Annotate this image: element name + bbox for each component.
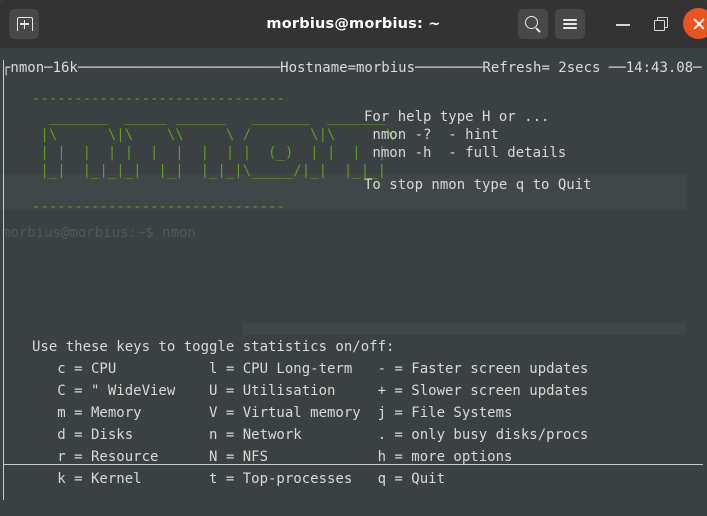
hamburger-icon-bar-1 [563, 19, 577, 21]
nmon-key-line-4: d = Disks n = Network . = only busy disk… [32, 427, 589, 443]
nmon-logo-top-rule: ------------------------------ [32, 91, 285, 107]
nmon-help-line-2: nmon -? - hint [364, 127, 499, 143]
nmon-header-line: ┌nmon─16k────────────────────────Hostnam… [2, 60, 702, 76]
nmon-quit-hint: To stop nmon type q to Quit [364, 177, 592, 193]
nmon-keys-heading: Use these keys to toggle statistics on/o… [32, 339, 395, 355]
nmon-logo-row-4: |_| |_|_|_| |_| |_|_|\_____/|_| |_|_| [32, 163, 395, 179]
nmon-key-line-1: c = CPU l = CPU Long-term - = Faster scr… [32, 361, 589, 377]
window-title: morbius@morbius: ~ [266, 16, 441, 32]
nmon-key-line-2: C = " WideView U = Utilisation + = Slowe… [32, 383, 589, 399]
menu-button[interactable] [555, 9, 585, 39]
terminal-screen[interactable]: ┌nmon─16k────────────────────────Hostnam… [0, 48, 707, 516]
ghost-shell-prompt: morbius@morbius:~$ nmon [2, 225, 196, 241]
terminal-window: morbius@morbius: ~ ┌nmon─16k────────────… [0, 0, 707, 516]
nmon-key-line-5: r = Resource N = NFS h = more options [32, 449, 513, 465]
nmon-logo-bottom-rule: ------------------------------ [32, 199, 285, 215]
nmon-key-line-6: k = Kernel t = Top-processes q = Quit [32, 471, 446, 487]
nmon-help-line-3: nmon -h - full details [364, 145, 567, 161]
maximize-icon [654, 20, 665, 31]
search-icon-handle [535, 27, 541, 33]
minimize-button[interactable] [608, 9, 638, 39]
nmon-key-line-3: m = Memory V = Virtual memory j = File S… [32, 405, 513, 421]
terminal-titlebar[interactable]: morbius@morbius: ~ [0, 0, 707, 48]
search-button[interactable] [518, 9, 548, 39]
terminal-cursor [9, 470, 17, 485]
nmon-logo-row-3: | | | | | | | | | | (_) | | | | [32, 145, 395, 161]
nmon-help-line-1: For help type H or ... [364, 109, 550, 125]
minimize-icon [616, 24, 630, 26]
hamburger-icon-bar-2 [563, 23, 577, 25]
close-button[interactable] [683, 8, 707, 39]
nmon-logo-row-2: |\ \|\ \\ \ / \|\ \ [32, 127, 395, 143]
maximize-button[interactable] [646, 9, 676, 39]
ghost-overlay-band-middle [243, 323, 686, 335]
nmon-logo-row-1: _______ _____ ______ _______ _______ [32, 109, 395, 125]
hamburger-icon-bar-3 [563, 27, 577, 30]
nmon-box-left-border [3, 60, 4, 500]
